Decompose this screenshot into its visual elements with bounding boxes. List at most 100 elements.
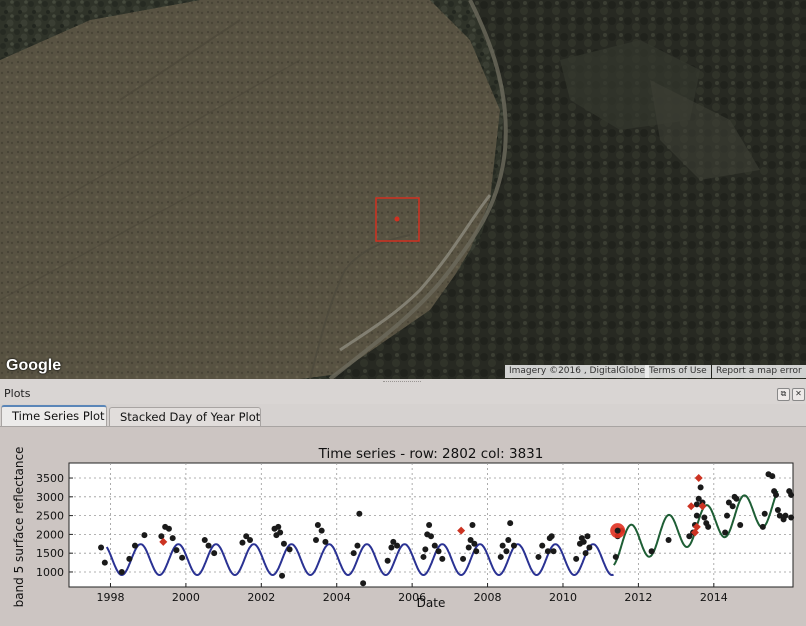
x-tick-label: 2010 xyxy=(549,591,577,604)
satellite-imagery xyxy=(0,0,806,379)
float-window-icon[interactable]: ⧉ xyxy=(777,388,790,401)
observation-point xyxy=(277,529,284,536)
observation-point xyxy=(428,533,434,540)
splitter-grip xyxy=(383,381,421,384)
observation-point xyxy=(782,512,789,519)
observation-point xyxy=(733,495,740,502)
observation-point xyxy=(737,522,744,528)
observation-point xyxy=(773,491,780,498)
x-tick-label: 2002 xyxy=(247,591,275,604)
observation-point xyxy=(774,506,781,513)
observation-point xyxy=(239,539,246,546)
observation-point xyxy=(360,580,367,587)
observation-point xyxy=(422,546,429,553)
observation-point xyxy=(394,542,401,549)
observation-point xyxy=(312,537,319,544)
observation-point xyxy=(179,554,186,561)
time-series-chart[interactable]: 1998 2000 2002 2004 2006 2008 2010 2012 2014 100… xyxy=(0,426,806,625)
plots-dock-titlebar: Plots ⧉ ✕ xyxy=(0,385,806,404)
observation-point xyxy=(465,544,472,551)
observation-point xyxy=(211,550,218,557)
y-axis-ticks: 1000 1500 2000 2500 3000 3500 xyxy=(36,472,73,579)
observation-point xyxy=(539,542,546,549)
observation-point xyxy=(473,548,480,555)
x-tick-label: 2008 xyxy=(474,591,502,604)
observation-point xyxy=(356,510,363,517)
observation-point xyxy=(544,548,551,555)
observation-point xyxy=(98,544,105,551)
observation-point xyxy=(275,523,282,530)
y-axis-label: band 5 surface reflectance xyxy=(12,447,26,608)
observation-point xyxy=(580,538,587,545)
plot-tabs: Time Series Plot Stacked Day of Year Plo… xyxy=(0,405,806,427)
observation-point xyxy=(439,555,446,562)
observation-point xyxy=(505,537,512,544)
observation-point xyxy=(388,544,395,551)
observation-point xyxy=(471,540,478,547)
observation-point xyxy=(141,532,148,539)
x-tick-label: 2014 xyxy=(700,591,728,604)
observation-point xyxy=(769,473,776,480)
observation-point xyxy=(548,533,555,540)
observation-point xyxy=(788,514,795,521)
chart-title: Time series - row: 2802 col: 3831 xyxy=(318,446,544,462)
observation-point xyxy=(648,548,655,555)
x-tick-label: 2012 xyxy=(624,591,652,604)
observation-point xyxy=(435,548,442,555)
observation-point xyxy=(510,542,517,549)
observation-point xyxy=(759,523,766,530)
observation-point xyxy=(101,559,108,566)
tab-time-series-plot[interactable]: Time Series Plot xyxy=(1,405,107,427)
satellite-map[interactable]: Google Imagery ©2016 , DigitalGlobe Term… xyxy=(0,0,806,379)
observation-point xyxy=(697,484,704,491)
observation-point xyxy=(118,568,125,575)
observation-point xyxy=(384,557,391,564)
observation-point xyxy=(247,537,253,544)
y-tick-label: 1000 xyxy=(36,566,64,579)
x-tick-label: 1998 xyxy=(96,591,124,604)
observation-point xyxy=(201,537,208,544)
observation-point xyxy=(286,546,293,553)
observation-point xyxy=(573,555,580,562)
observation-point xyxy=(761,510,768,517)
selected-pixel-marker xyxy=(394,216,400,222)
observation-point xyxy=(665,537,672,544)
observation-point xyxy=(497,553,504,560)
x-axis-label: Date xyxy=(417,596,446,610)
google-logo: Google xyxy=(6,357,62,374)
tab-stacked-day-of-year-plot[interactable]: Stacked Day of Year Plot xyxy=(109,407,261,426)
close-icon[interactable]: ✕ xyxy=(792,388,805,401)
observation-point xyxy=(280,540,287,547)
observation-point xyxy=(582,550,589,557)
observation-point xyxy=(354,542,361,549)
observation-point xyxy=(205,542,212,549)
observation-point xyxy=(173,547,180,554)
y-tick-label: 1500 xyxy=(36,547,64,560)
observation-point xyxy=(469,522,476,528)
report-map-error-link[interactable]: Report a map error xyxy=(712,365,806,378)
observation-point xyxy=(503,548,510,555)
x-tick-label: 2000 xyxy=(172,591,200,604)
observation-point xyxy=(722,529,729,536)
observation-point xyxy=(431,542,438,549)
y-tick-label: 3500 xyxy=(36,472,64,485)
observation-point xyxy=(586,544,593,551)
observation-point xyxy=(426,522,433,528)
observation-point xyxy=(693,512,700,519)
break-point-center xyxy=(614,527,621,534)
x-tick-label: 2004 xyxy=(323,591,351,604)
observation-point xyxy=(420,553,427,560)
y-tick-label: 2500 xyxy=(36,510,64,523)
imagery-attribution: Imagery ©2016 , DigitalGlobe xyxy=(505,365,649,378)
observation-point xyxy=(322,538,329,545)
observation-point xyxy=(314,522,321,528)
observation-point xyxy=(705,523,712,530)
observation-point xyxy=(612,553,619,560)
observation-point xyxy=(729,503,736,510)
terms-of-use-link[interactable]: Terms of Use xyxy=(645,365,711,378)
observation-point xyxy=(499,542,506,549)
y-tick-label: 2000 xyxy=(36,528,64,541)
observation-point xyxy=(550,548,557,555)
observation-point xyxy=(318,527,325,534)
observation-point xyxy=(701,514,708,521)
